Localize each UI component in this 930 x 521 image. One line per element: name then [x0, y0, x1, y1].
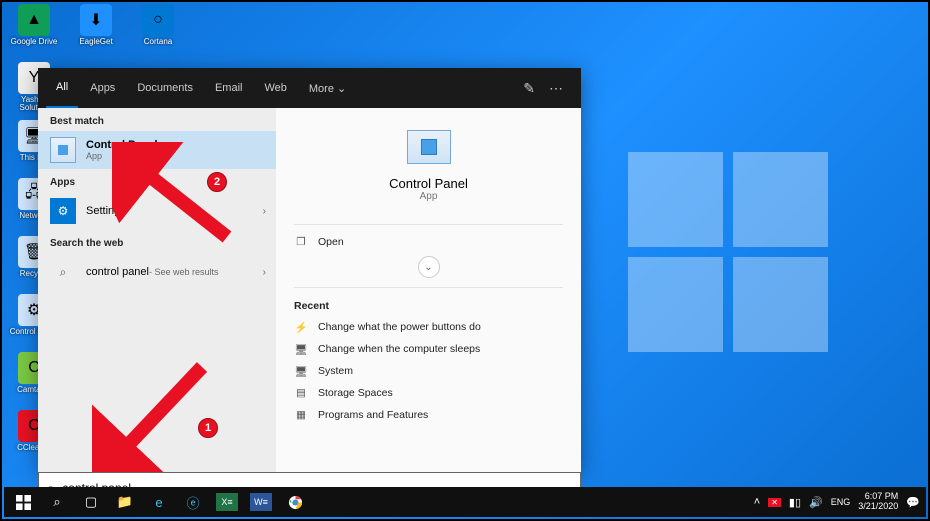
result-title: Control Panel [86, 139, 158, 151]
icon-label: EagleGet [69, 38, 123, 46]
tab-apps[interactable]: Apps [80, 68, 125, 108]
result-title: control panel [86, 266, 149, 278]
tray-network-icon[interactable]: ▮▯ [789, 496, 801, 509]
start-button[interactable] [6, 487, 40, 517]
windows-logo-wallpaper [628, 152, 828, 352]
divider [294, 287, 563, 288]
search-icon: ⌕ [50, 259, 76, 285]
taskbar-app-chrome[interactable] [278, 487, 312, 517]
tray-app-icon[interactable]: ✕ [768, 498, 781, 507]
start-search-panel: AllAppsDocumentsEmailWebMore ⌄ ✎ ⋯ Best … [38, 68, 581, 472]
search-content: Best match Control Panel App Apps ⚙ Sett… [38, 108, 581, 472]
expand-button[interactable]: ⌄ [418, 256, 440, 278]
recent-item-label: System [318, 365, 353, 377]
recent-item-icon: ⚡ [294, 320, 308, 334]
feedback-icon[interactable]: ✎ [523, 80, 535, 97]
desktop-icons-column-2: ⬇ EagleGet [72, 4, 132, 62]
section-best-match: Best match [38, 108, 276, 131]
more-options-icon[interactable]: ⋯ [549, 80, 563, 97]
tabs-right-controls: ✎ ⋯ [523, 80, 573, 97]
annotation-badge-1: 1 [198, 418, 218, 438]
details-subtitle: App [294, 191, 563, 202]
control-panel-icon [50, 137, 76, 163]
details-title: Control Panel [294, 176, 563, 191]
taskbar: ⌕ ▢ 📁 e ⓔ X≡ W≡ ˄ ✕ ▮▯ 🔊 ENG 6:07 PM 3/2… [4, 487, 926, 517]
tray-notifications-icon[interactable]: 💬 [906, 496, 920, 509]
recent-item-label: Programs and Features [318, 409, 428, 421]
desktop: ▲Google DriveYYashns Solution🖥This PC🖧Ne… [0, 0, 930, 521]
desktop-icon[interactable]: ⬇ EagleGet [72, 4, 120, 54]
expand-row: ⌄ [294, 253, 563, 281]
recent-header: Recent [294, 294, 563, 316]
taskbar-app-explorer[interactable]: 📁 [108, 487, 142, 517]
desktop-icon[interactable]: ○ Cortana [134, 4, 182, 54]
result-settings[interactable]: ⚙ Settings › [38, 192, 276, 230]
task-view-button[interactable]: ▢ [74, 487, 108, 517]
icon-label: Google Drive [7, 38, 61, 46]
recent-item-label: Change what the power buttons do [318, 321, 481, 333]
tray-chevron-up-icon[interactable]: ˄ [754, 496, 760, 508]
desktop-icons-column-3: ○ Cortana [134, 4, 194, 62]
tab-documents[interactable]: Documents [127, 68, 203, 108]
details-hero: Control Panel App [294, 120, 563, 218]
details-pane: Control Panel App ❐ Open ⌄ Recent ⚡ Chang… [276, 108, 581, 472]
recent-item[interactable]: 🖥 Change when the computer sleeps [294, 338, 563, 360]
system-tray: ˄ ✕ ▮▯ 🔊 ENG 6:07 PM 3/21/2020 💬 [754, 492, 924, 512]
chevron-right-icon: › [263, 267, 266, 278]
recent-item-icon: ▤ [294, 386, 308, 400]
search-button[interactable]: ⌕ [40, 487, 74, 517]
recent-item-label: Storage Spaces [318, 387, 393, 399]
result-subtitle: App [86, 151, 158, 161]
recent-item-icon: 🖥 [294, 364, 308, 378]
divider [294, 224, 563, 225]
tray-clock[interactable]: 6:07 PM 3/21/2020 [858, 492, 898, 512]
search-tabs: AllAppsDocumentsEmailWebMore ⌄ ✎ ⋯ [38, 68, 581, 108]
tab-web[interactable]: Web [254, 68, 296, 108]
app-icon: ○ [142, 4, 174, 36]
result-title: Settings [86, 205, 126, 217]
tray-volume-icon[interactable]: 🔊 [809, 496, 823, 509]
app-icon: ⬇ [80, 4, 112, 36]
recent-item-icon: 🖥 [294, 342, 308, 356]
tab-email[interactable]: Email [205, 68, 253, 108]
recent-item-label: Change when the computer sleeps [318, 343, 480, 355]
recent-item[interactable]: 🖥 System [294, 360, 563, 382]
open-label: Open [318, 236, 344, 248]
tray-date: 3/21/2020 [858, 502, 898, 512]
section-apps: Apps [38, 169, 276, 192]
icon-label: Cortana [131, 38, 185, 46]
recent-item-icon: ▦ [294, 408, 308, 422]
recent-item[interactable]: ▤ Storage Spaces [294, 382, 563, 404]
taskbar-app-ie[interactable]: ⓔ [176, 487, 210, 517]
tab-more[interactable]: More ⌄ [299, 68, 356, 108]
result-subtitle: - See web results [149, 267, 219, 277]
recent-list: ⚡ Change what the power buttons do 🖥 Change… [294, 316, 563, 426]
taskbar-app-edge[interactable]: e [142, 487, 176, 517]
recent-item[interactable]: ▦ Programs and Features [294, 404, 563, 426]
app-icon: ▲ [18, 4, 50, 36]
recent-item[interactable]: ⚡ Change what the power buttons do [294, 316, 563, 338]
section-search-web: Search the web [38, 230, 276, 253]
result-web-search[interactable]: ⌕ control panel - See web results › [38, 253, 276, 291]
taskbar-app-excel[interactable]: X≡ [216, 493, 238, 511]
desktop-icon[interactable]: ▲ Google Drive [10, 4, 58, 54]
settings-icon: ⚙ [50, 198, 76, 224]
annotation-badge-2: 2 [207, 172, 227, 192]
control-panel-large-icon [407, 130, 451, 164]
tab-all[interactable]: All [46, 68, 78, 108]
chevron-right-icon: › [263, 206, 266, 217]
taskbar-app-word[interactable]: W≡ [250, 493, 272, 511]
tray-language[interactable]: ENG [831, 497, 851, 507]
results-pane: Best match Control Panel App Apps ⚙ Sett… [38, 108, 276, 472]
open-action[interactable]: ❐ Open [294, 231, 563, 253]
result-control-panel[interactable]: Control Panel App [38, 131, 276, 169]
open-icon: ❐ [294, 235, 308, 249]
